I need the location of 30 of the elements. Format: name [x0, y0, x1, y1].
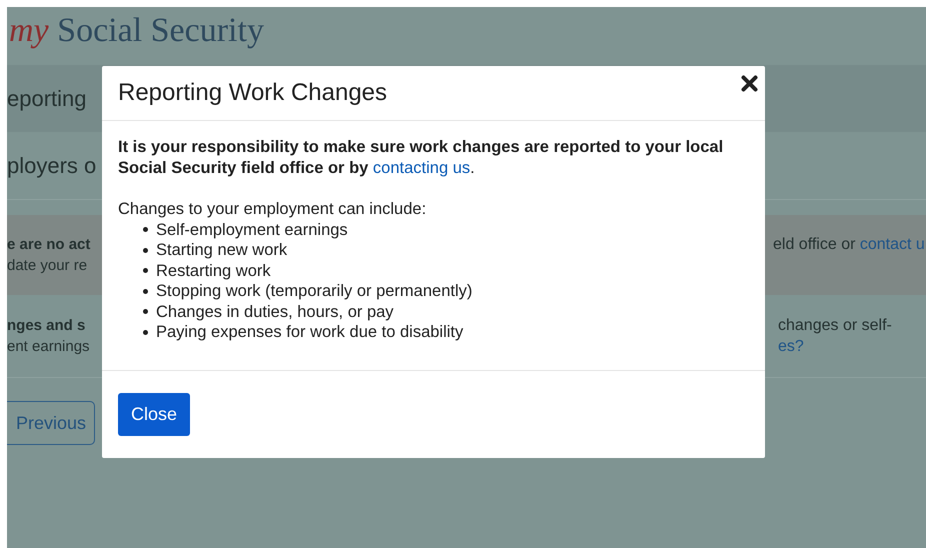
alert-text: e are no act — [7, 235, 92, 255]
close-button[interactable]: Close — [118, 393, 190, 436]
list-intro: Changes to your employment can include: — [118, 199, 428, 220]
site-logo: my Social Security — [8, 11, 264, 51]
previous-button[interactable]: Previous — [7, 401, 95, 445]
alert-text: eld office or — [773, 236, 856, 253]
bullet-icon — [143, 330, 148, 335]
responsibility-notice: It is your responsibility to make sure work changes are reported to your local Social Security field office or by contacting us. — [118, 137, 724, 178]
bullet-icon — [143, 227, 148, 232]
info-text: changes or self- — [778, 316, 893, 336]
list-item: Paying expenses for work due to disability — [156, 322, 464, 342]
contact-link[interactable]: contact u — [860, 236, 925, 253]
info-link[interactable]: es? — [778, 336, 926, 357]
list-item: Changes in duties, hours, or pay — [156, 302, 394, 322]
bullet-icon — [143, 268, 148, 274]
bullet-icon — [143, 309, 148, 314]
info-text: ent earnings — [7, 337, 91, 357]
list-item: Restarting work — [156, 260, 271, 281]
close-icon[interactable] — [741, 75, 758, 92]
bullet-icon — [143, 288, 148, 294]
contacting-us-link[interactable]: contacting us — [372, 158, 470, 176]
list-item: Self-employment earnings — [156, 220, 348, 240]
alert-text: date your re — [7, 256, 88, 276]
info-text: nges and s — [7, 316, 86, 336]
list-item: Stopping work (temporarily or permanently) — [156, 281, 472, 302]
page-heading: eporting — [7, 86, 88, 112]
section-heading: ployers o — [7, 152, 98, 178]
bullet-icon — [143, 248, 148, 253]
list-item: Starting new work — [156, 240, 288, 260]
dialog-title: Reporting Work Changes — [118, 79, 388, 107]
